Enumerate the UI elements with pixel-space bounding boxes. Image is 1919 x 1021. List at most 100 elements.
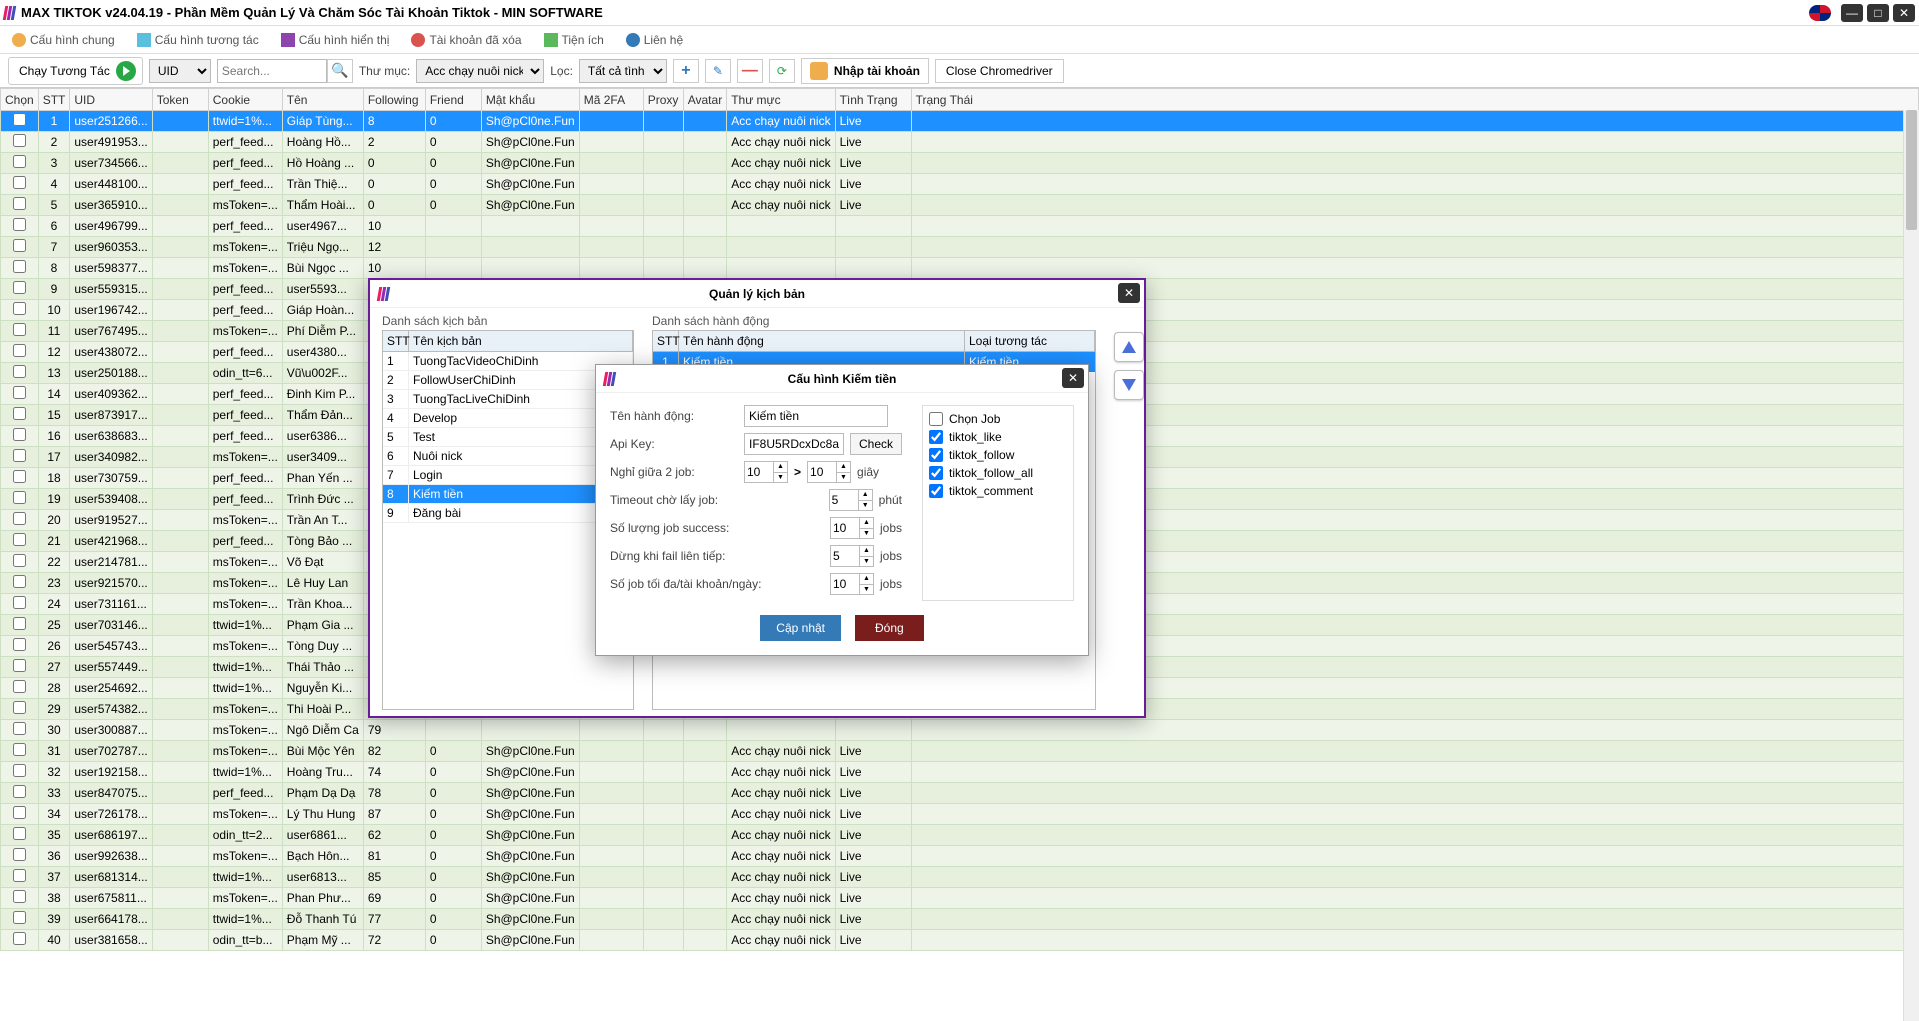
row-checkbox[interactable] [13,323,26,336]
check-api-button[interactable]: Check [850,433,902,455]
job-type-checkbox[interactable] [929,466,943,480]
table-row[interactable]: 5user365910...msToken=...Thẩm Hoài...00S… [1,195,1919,216]
row-checkbox[interactable] [13,659,26,672]
job-type-checkbox[interactable] [929,430,943,444]
row-checkbox[interactable] [13,806,26,819]
row-checkbox[interactable] [13,869,26,882]
import-account-button[interactable]: Nhập tài khoản [801,58,929,84]
row-checkbox[interactable] [13,890,26,903]
filter-select[interactable]: Tất cả tình trạng [579,59,667,83]
table-row[interactable]: 39user664178...ttwid=1%...Đỗ Thanh Tú770… [1,909,1919,930]
table-row[interactable]: 3user734566...perf_feed...Hồ Hoàng ...00… [1,153,1919,174]
table-row[interactable]: 38user675811...msToken=...Phan Phư...690… [1,888,1919,909]
column-header[interactable]: Following [363,89,425,111]
search-button[interactable]: 🔍 [327,59,353,83]
success-spinner[interactable]: ▲▼ [830,517,874,539]
row-checkbox[interactable] [13,512,26,525]
row-checkbox[interactable] [13,449,26,462]
maximize-button[interactable]: □ [1867,4,1889,22]
api-key-input[interactable] [744,433,844,455]
row-checkbox[interactable] [13,407,26,420]
row-checkbox[interactable] [13,827,26,840]
table-row[interactable]: 33user847075...perf_feed...Phạm Dạ Dạ780… [1,783,1919,804]
row-checkbox[interactable] [13,554,26,567]
row-checkbox[interactable] [13,134,26,147]
menu-utilities[interactable]: Tiện ích [538,30,610,50]
table-row[interactable]: 4user448100...perf_feed...Trần Thiệ...00… [1,174,1919,195]
row-checkbox[interactable] [13,785,26,798]
row-checkbox[interactable] [13,386,26,399]
column-header[interactable]: Tên [282,89,363,111]
table-row[interactable]: 36user992638...msToken=...Bạch Hôn...810… [1,846,1919,867]
row-checkbox[interactable] [13,281,26,294]
scroll-thumb[interactable] [1906,110,1917,230]
language-flag-icon[interactable] [1809,5,1831,21]
remove-button[interactable]: — [737,59,763,83]
row-checkbox[interactable] [13,743,26,756]
table-row[interactable]: 7user960353...msToken=...Triệu Ngọ...12 [1,237,1919,258]
table-row[interactable]: 31user702787...msToken=...Bùi Mộc Yên820… [1,741,1919,762]
refresh-button[interactable]: ⟳ [769,59,795,83]
row-checkbox[interactable] [13,197,26,210]
rest-max-spinner[interactable]: ▲▼ [807,461,851,483]
folder-select[interactable]: Acc chạy nuôi nick [416,59,544,83]
job-type-checkbox[interactable] [929,484,943,498]
search-input[interactable] [217,59,327,83]
column-header[interactable]: Mã 2FA [579,89,643,111]
table-row[interactable]: 32user192158...ttwid=1%...Hoàng Tru...74… [1,762,1919,783]
dialog-close-button[interactable]: ✕ [1062,368,1084,388]
action-name-input[interactable] [744,405,888,427]
table-row[interactable]: 6user496799...perf_feed...user4967...10 [1,216,1919,237]
row-checkbox[interactable] [13,113,26,126]
column-header[interactable]: Thư mực [727,89,835,111]
row-checkbox[interactable] [13,470,26,483]
column-header[interactable]: Proxy [643,89,683,111]
column-header[interactable]: Token [152,89,208,111]
row-checkbox[interactable] [13,575,26,588]
column-header[interactable]: Friend [425,89,481,111]
move-down-button[interactable] [1114,370,1144,400]
row-checkbox[interactable] [13,302,26,315]
close-button[interactable]: Đóng [855,615,924,641]
row-checkbox[interactable] [13,722,26,735]
uid-select[interactable]: UID [149,59,211,83]
table-row[interactable]: 2user491953...perf_feed...Hoàng Hồ...20S… [1,132,1919,153]
column-header[interactable]: STT [38,89,70,111]
table-row[interactable]: 1user251266...ttwid=1%...Giáp Tùng...80S… [1,111,1919,132]
column-header[interactable]: Tình Trạng [835,89,911,111]
row-checkbox[interactable] [13,911,26,924]
column-header[interactable]: Avatar [683,89,726,111]
add-button[interactable]: + [673,59,699,83]
row-checkbox[interactable] [13,239,26,252]
fail-spinner[interactable]: ▲▼ [830,545,874,567]
column-header[interactable]: Mật khẩu [481,89,579,111]
row-checkbox[interactable] [13,638,26,651]
row-checkbox[interactable] [13,848,26,861]
row-checkbox[interactable] [13,701,26,714]
table-row[interactable]: 37user681314...ttwid=1%...user6813...850… [1,867,1919,888]
column-header[interactable]: UID [70,89,152,111]
table-row[interactable]: 40user381658...odin_tt=b...Phạm Mỹ ...72… [1,930,1919,951]
max-spinner[interactable]: ▲▼ [830,573,874,595]
table-row[interactable]: 8user598377...msToken=...Bùi Ngọc ...10 [1,258,1919,279]
minimize-button[interactable]: — [1841,4,1863,22]
row-checkbox[interactable] [13,218,26,231]
column-header[interactable]: Trạng Thái [911,89,1918,111]
row-checkbox[interactable] [13,596,26,609]
row-checkbox[interactable] [13,764,26,777]
menu-config-display[interactable]: Cấu hình hiển thị [275,30,396,50]
edit-button[interactable]: ✎ [705,59,731,83]
vertical-scrollbar[interactable] [1903,110,1919,1021]
row-checkbox[interactable] [13,932,26,945]
column-header[interactable]: Cookie [208,89,282,111]
menu-config-general[interactable]: Cấu hình chung [6,30,121,50]
job-type-checkbox[interactable] [929,412,943,426]
close-button[interactable]: ✕ [1893,4,1915,22]
row-checkbox[interactable] [13,428,26,441]
job-type-checkbox[interactable] [929,448,943,462]
update-button[interactable]: Cập nhật [760,615,841,641]
table-row[interactable]: 35user686197...odin_tt=2...user6861...62… [1,825,1919,846]
move-up-button[interactable] [1114,332,1144,362]
column-header[interactable]: Chọn [1,89,39,111]
row-checkbox[interactable] [13,491,26,504]
